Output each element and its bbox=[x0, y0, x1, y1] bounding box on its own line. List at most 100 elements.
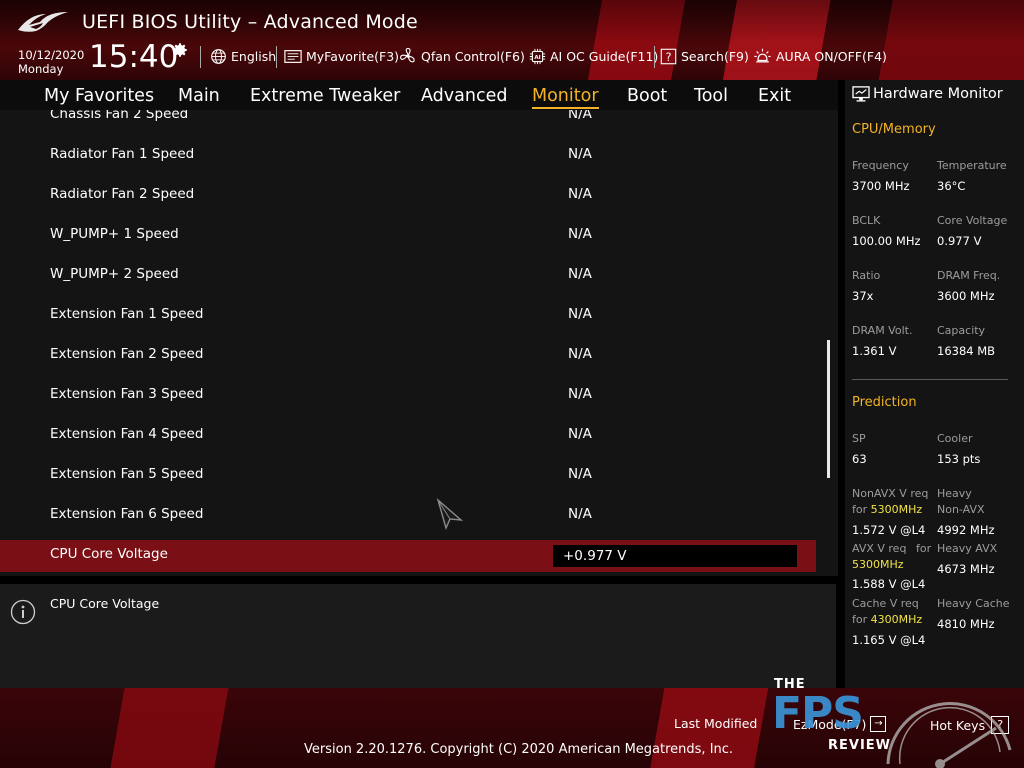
watermark-logo: FPS bbox=[772, 688, 864, 739]
date-text: 10/12/2020 bbox=[18, 48, 85, 62]
copyright-text: Version 2.20.1276. Copyright (C) 2020 Am… bbox=[304, 742, 734, 757]
tab-tool[interactable]: Tool bbox=[694, 86, 728, 106]
info-icon bbox=[10, 599, 36, 625]
cooler-value: 153 pts bbox=[937, 452, 981, 466]
tab-main[interactable]: Main bbox=[178, 86, 220, 106]
temperature-value: 36°C bbox=[937, 179, 966, 193]
tab-advanced[interactable]: Advanced bbox=[421, 86, 507, 106]
cache-req-label: Cache V req bbox=[852, 597, 919, 610]
toolbar-divider bbox=[654, 46, 655, 68]
settings-list: Chassis Fan 2 Speed N/A Radiator Fan 1 S… bbox=[0, 110, 838, 576]
heavy-label: Heavy bbox=[937, 487, 972, 500]
row-label: Radiator Fan 2 Speed bbox=[50, 186, 195, 202]
cpu-core-voltage-input[interactable] bbox=[553, 545, 797, 567]
ai-oc-guide-button[interactable]: AI AI OC Guide(F11) bbox=[529, 46, 658, 66]
dram-freq-value: 3600 MHz bbox=[937, 289, 995, 303]
row-label: Extension Fan 2 Speed bbox=[50, 346, 204, 362]
nonavx-freq: 5300MHz bbox=[870, 503, 923, 516]
row-label: Radiator Fan 1 Speed bbox=[50, 146, 195, 162]
tab-extreme-tweaker[interactable]: Extreme Tweaker bbox=[250, 86, 400, 106]
core-voltage-label: Core Voltage bbox=[937, 214, 1008, 227]
language-label: English bbox=[231, 48, 277, 64]
row-value: N/A bbox=[568, 306, 592, 322]
avx-for-word: for bbox=[916, 542, 932, 555]
row-label: W_PUMP+ 2 Speed bbox=[50, 266, 179, 282]
rog-logo-icon bbox=[18, 12, 68, 32]
row-label: Extension Fan 3 Speed bbox=[50, 386, 204, 402]
ai-oc-guide-label: AI OC Guide(F11) bbox=[550, 48, 659, 64]
toolbar-divider bbox=[200, 46, 201, 68]
myfavorite-label: MyFavorite(F3) bbox=[306, 48, 400, 64]
hardware-monitor-title: Hardware Monitor bbox=[873, 86, 1003, 102]
cpu-core-voltage-row[interactable]: CPU Core Voltage bbox=[0, 540, 816, 572]
tab-monitor[interactable]: Monitor bbox=[532, 86, 599, 109]
heavy-cache-value: 4810 MHz bbox=[937, 617, 995, 631]
qfan-control-button[interactable]: Qfan Control(F6) bbox=[399, 46, 525, 66]
temperature-label: Temperature bbox=[937, 159, 1007, 172]
cache-volt-value: 1.165 V @L4 bbox=[852, 633, 926, 647]
row-value: N/A bbox=[568, 146, 592, 162]
aura-toggle-label: AURA ON/OFF(F4) bbox=[776, 48, 887, 64]
clock-time: 15:40 bbox=[89, 39, 179, 75]
heavy-nonavx-value: 4992 MHz bbox=[937, 523, 995, 537]
watermark-gauge-icon bbox=[886, 702, 1012, 768]
row-value: N/A bbox=[568, 226, 592, 242]
toolbar-divider bbox=[276, 46, 277, 68]
search-help-icon: ? bbox=[660, 48, 677, 64]
help-description: CPU Core Voltage bbox=[50, 596, 160, 611]
fan-icon bbox=[400, 47, 415, 63]
dram-volt-label: DRAM Volt. bbox=[852, 324, 913, 337]
row-value: N/A bbox=[568, 466, 592, 482]
tab-exit[interactable]: Exit bbox=[758, 86, 791, 106]
svg-text:?: ? bbox=[666, 50, 672, 63]
for-word: for bbox=[852, 613, 868, 626]
row-value: N/A bbox=[568, 386, 592, 402]
cache-freq: 4300MHz bbox=[870, 613, 923, 626]
monitor-icon bbox=[852, 86, 870, 102]
avx-freq: 5300MHz bbox=[852, 558, 904, 571]
avx-req-label: AVX V req bbox=[852, 542, 907, 555]
row-label: Extension Fan 6 Speed bbox=[50, 506, 204, 522]
menu-bar: My Favorites Main Extreme Tweaker Advanc… bbox=[0, 80, 838, 110]
last-modified-button[interactable]: Last Modified bbox=[674, 716, 757, 731]
prediction-heading: Prediction bbox=[852, 395, 917, 410]
watermark-text: REVIEW bbox=[828, 738, 892, 753]
dram-freq-label: DRAM Freq. bbox=[937, 269, 1001, 282]
capacity-value: 16384 MB bbox=[937, 344, 996, 358]
heavy-avx-value: 4673 MHz bbox=[937, 562, 995, 576]
app-title: UEFI BIOS Utility – Advanced Mode bbox=[82, 11, 418, 33]
row-value: N/A bbox=[568, 426, 592, 442]
search-button[interactable]: ? Search(F9) bbox=[660, 46, 749, 66]
sp-value: 63 bbox=[852, 452, 867, 466]
scrollbar-thumb[interactable] bbox=[827, 340, 830, 478]
row-value: N/A bbox=[568, 266, 592, 282]
row-value: N/A bbox=[568, 110, 592, 122]
gear-icon[interactable] bbox=[171, 41, 189, 59]
cache-for-line: for 4300MHz bbox=[852, 613, 922, 626]
avx-volt-value: 1.588 V @L4 bbox=[852, 577, 926, 591]
favorite-icon bbox=[284, 49, 302, 63]
row-label: W_PUMP+ 1 Speed bbox=[50, 226, 179, 242]
mouse-cursor-icon bbox=[436, 498, 464, 530]
myfavorite-button[interactable]: MyFavorite(F3) bbox=[284, 46, 399, 66]
heavy-nonavx-label: Non-AVX bbox=[937, 503, 985, 516]
core-voltage-value: 0.977 V bbox=[937, 234, 982, 248]
svg-text:AI: AI bbox=[534, 55, 540, 61]
capacity-label: Capacity bbox=[937, 324, 986, 337]
tab-my-favorites[interactable]: My Favorites bbox=[44, 86, 154, 106]
nonavx-volt-value: 1.572 V @L4 bbox=[852, 523, 926, 537]
qfan-control-label: Qfan Control(F6) bbox=[421, 48, 525, 64]
globe-icon bbox=[211, 48, 226, 64]
frequency-value: 3700 MHz bbox=[852, 179, 910, 193]
for-word: for bbox=[852, 503, 868, 516]
day-text: Monday bbox=[18, 62, 64, 76]
tab-boot[interactable]: Boot bbox=[627, 86, 667, 106]
ratio-value: 37x bbox=[852, 289, 874, 303]
language-button[interactable]: English bbox=[210, 46, 276, 66]
row-label: Extension Fan 1 Speed bbox=[50, 306, 204, 322]
dram-volt-value: 1.361 V bbox=[852, 344, 897, 358]
bclk-label: BCLK bbox=[852, 214, 881, 227]
aura-toggle-button[interactable]: AURA ON/OFF(F4) bbox=[753, 46, 887, 66]
search-label: Search(F9) bbox=[681, 48, 749, 64]
ai-chip-icon: AI bbox=[529, 48, 546, 64]
